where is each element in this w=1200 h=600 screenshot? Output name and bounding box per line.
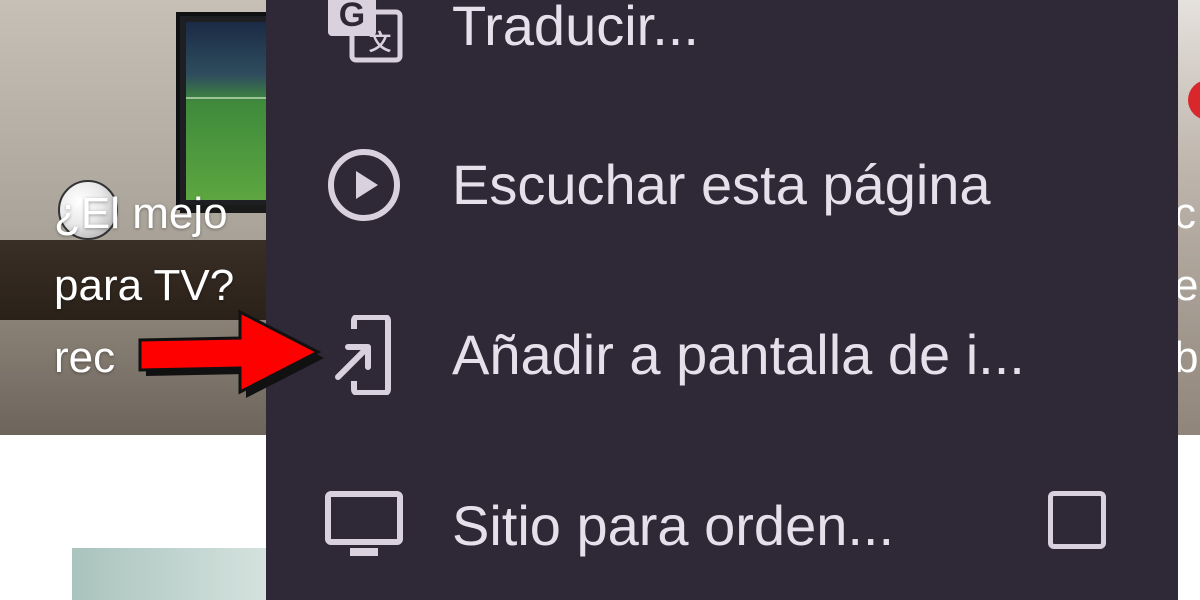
menu-item-add-to-home[interactable]: Añadir a pantalla de i...: [266, 296, 1178, 414]
desktop-monitor-icon: [324, 486, 404, 566]
play-circle-icon: [324, 145, 404, 225]
menu-item-label: Añadir a pantalla de i...: [452, 323, 1025, 386]
menu-item-listen[interactable]: Escuchar esta página: [266, 126, 1178, 244]
menu-item-label: Escuchar esta página: [452, 153, 991, 216]
overflow-menu: G 文 Traducir... Escuchar esta página Aña…: [266, 0, 1178, 600]
menu-item-label: Sitio para orden...: [452, 494, 895, 557]
menu-item-label: Traducir...: [452, 0, 699, 57]
menu-item-translate[interactable]: G 文 Traducir...: [266, 0, 1178, 85]
add-to-home-screen-icon: [324, 315, 404, 395]
svg-text:文: 文: [369, 30, 392, 55]
red-badge: [1188, 80, 1200, 120]
svg-text:G: G: [339, 0, 365, 34]
menu-item-desktop-site[interactable]: Sitio para orden...: [266, 467, 1178, 585]
red-arrow-annotation: [138, 309, 324, 398]
desktop-site-checkbox[interactable]: [1048, 491, 1106, 549]
article-thumbnail[interactable]: [72, 548, 272, 600]
google-translate-icon: G 文: [324, 0, 404, 66]
